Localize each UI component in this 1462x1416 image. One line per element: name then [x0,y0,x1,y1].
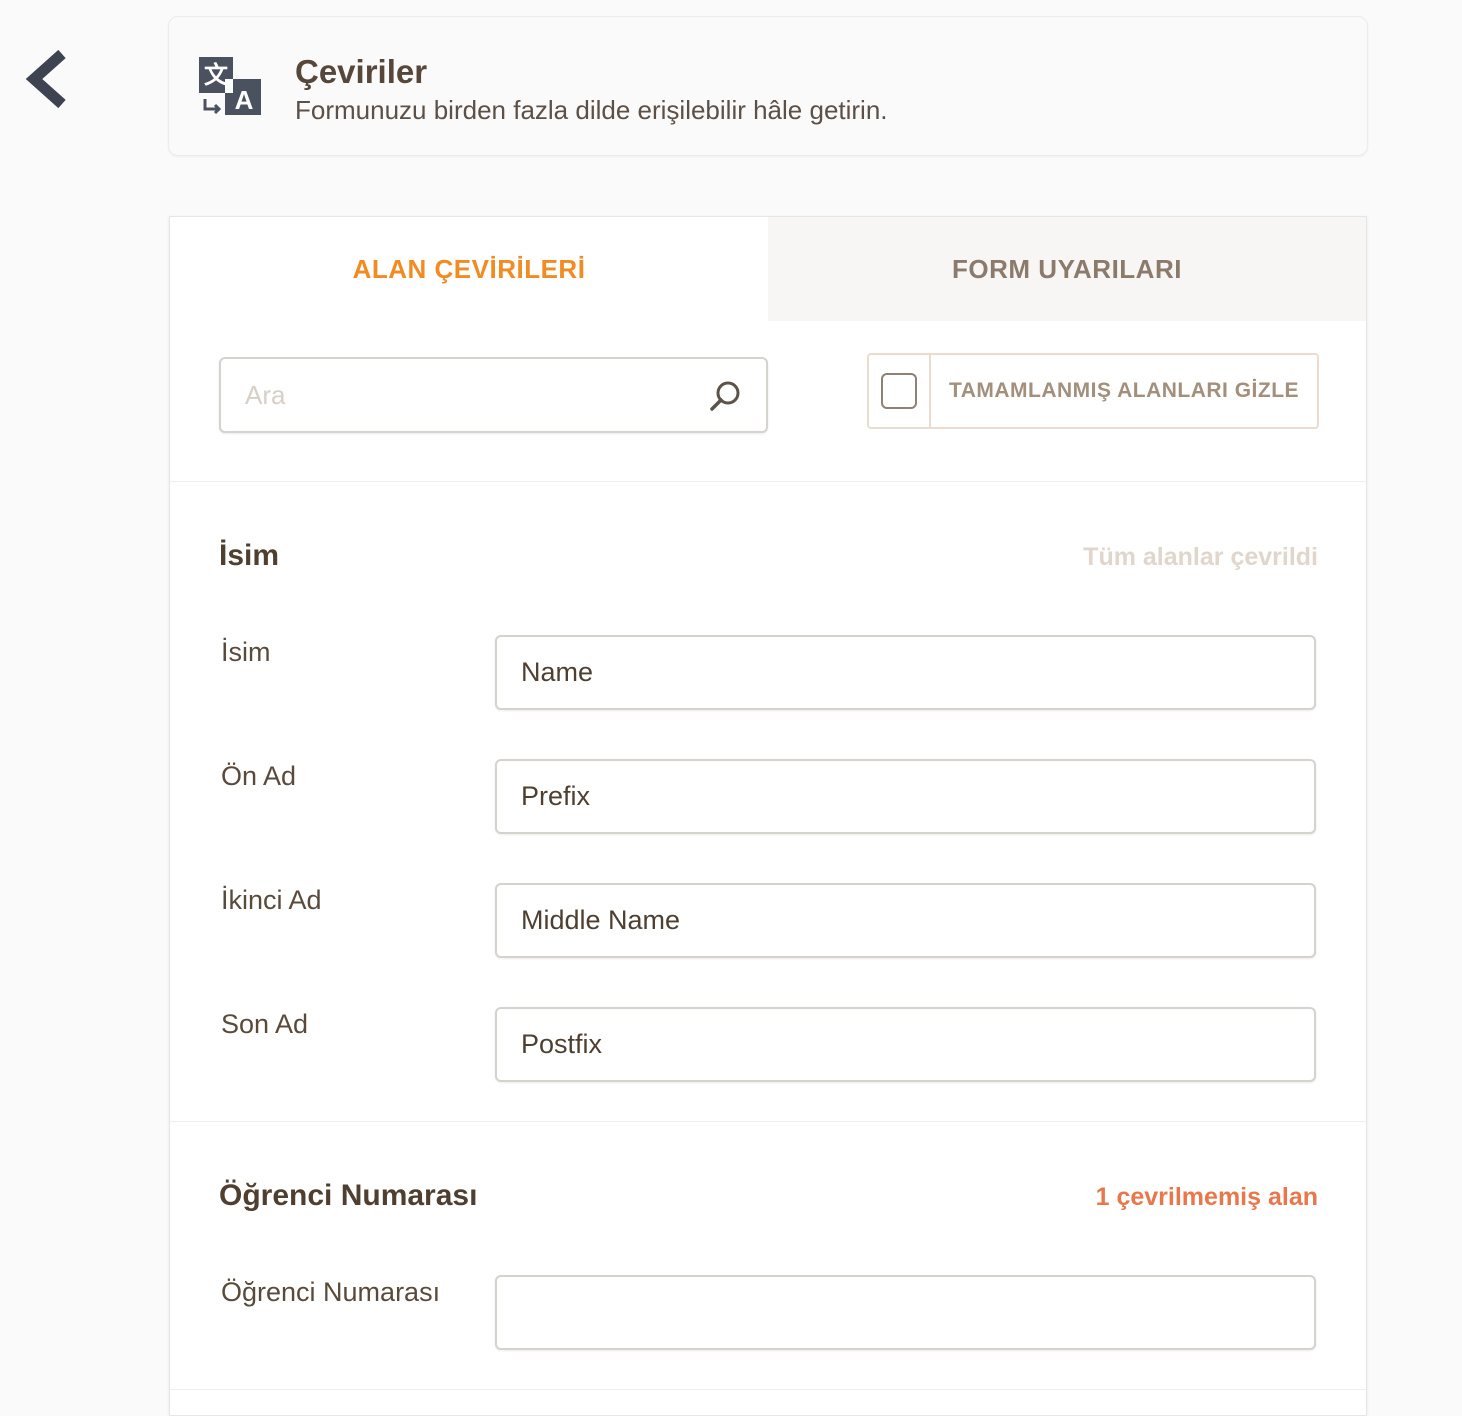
chevron-left-icon [25,49,66,109]
divider [170,481,1366,482]
section-title-isim: İsim [219,539,280,572]
translate-icon: 文 A [199,57,261,115]
field-input-middle-name[interactable] [495,883,1316,958]
checkbox-icon[interactable] [881,373,917,409]
search-icon[interactable] [708,379,742,413]
divider [170,1121,1366,1122]
tab-field-translations[interactable]: ALAN ÇEVİRİLERİ [170,217,768,321]
field-input-prefix[interactable] [495,759,1316,834]
field-input-isim[interactable] [495,635,1316,710]
field-label-middle-name: İkinci Ad [221,885,322,915]
tab-form-warnings[interactable]: FORM UYARILARI [768,217,1366,321]
header-card: 文 A Çeviriler Formunuzu birden fazla dil… [168,16,1368,156]
field-label-prefix: Ön Ad [221,761,297,791]
field-label-isim: İsim [221,637,271,667]
section-title-student-number: Öğrenci Numarası [219,1179,478,1212]
back-button[interactable] [22,46,70,112]
page-title: Çeviriler [295,53,428,90]
field-label-student-number: Öğrenci Numarası [221,1277,441,1307]
divider [170,1389,1366,1390]
section-status-student-number: 1 çevrilmemiş alan [1095,1183,1318,1211]
tab-bar: ALAN ÇEVİRİLERİ FORM UYARILARI [170,217,1366,321]
section-status-isim: Tüm alanlar çevrildi [1083,543,1318,571]
svg-text:A: A [235,85,254,115]
search-input[interactable] [221,359,691,431]
translations-panel: ALAN ÇEVİRİLERİ FORM UYARILARI TAMAMLANM… [169,216,1367,1416]
hide-completed-toggle[interactable]: TAMAMLANMIŞ ALANLARI GİZLE [867,353,1319,429]
hide-completed-checkbox-wrap [869,355,931,427]
field-label-last-name: Son Ad [221,1009,309,1039]
field-input-student-number[interactable] [495,1275,1316,1350]
hide-completed-label: TAMAMLANMIŞ ALANLARI GİZLE [948,379,1300,402]
search-box [219,357,768,433]
page-subtitle: Formunuzu birden fazla dilde erişilebili… [295,95,888,125]
field-input-last-name[interactable] [495,1007,1316,1082]
